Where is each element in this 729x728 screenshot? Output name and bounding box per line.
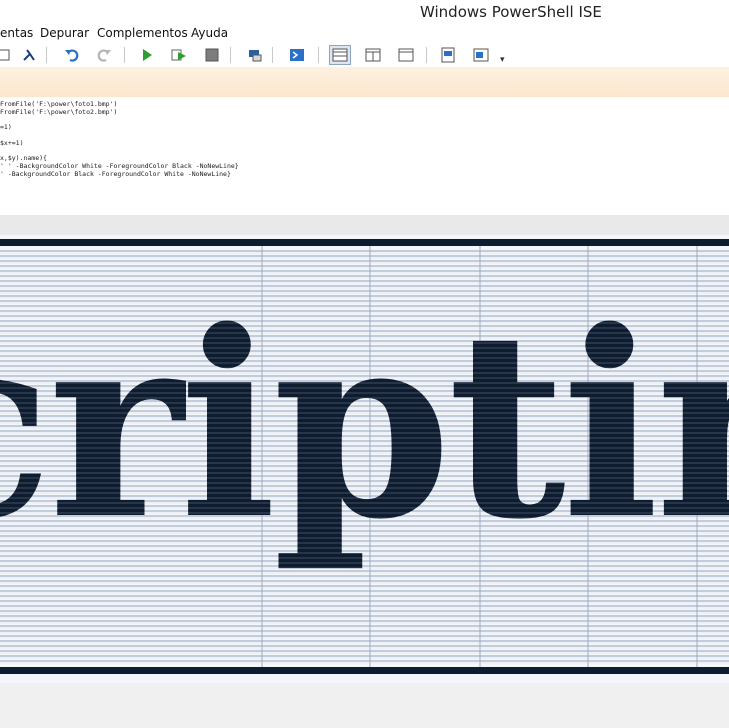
toolbar-separator [46,47,47,63]
toolbar-separator [124,47,125,63]
console-pane[interactable]: Scripting [0,235,729,683]
toolbar-separator [272,47,273,63]
code-line: =1) [0,123,12,131]
show-script-pane-maximized-icon [398,48,414,62]
code-line: $x+=1) [0,139,24,147]
code-line: ' -BackgroundColor Black -ForegroundColo… [0,170,231,178]
powershell-console-icon [290,49,304,61]
status-bar [0,690,729,728]
open-button[interactable] [0,45,14,65]
menu-herramientas[interactable]: entas [0,26,33,40]
menu-ayuda[interactable]: Ayuda [191,26,228,40]
script-pane-top-button[interactable] [329,45,351,65]
pane-splitter[interactable] [0,215,729,235]
remote-powershell-button[interactable] [244,45,266,65]
menu-depurar[interactable]: Depurar [40,26,89,40]
undo-button[interactable] [61,45,83,65]
toolbar-separator [426,47,427,63]
show-command-window-button[interactable] [437,45,459,65]
script-editor[interactable]: FromFile('F:\power\foto1.bmp') FromFile(… [0,97,729,215]
show-script-pane-top-icon [332,48,348,62]
script-tab-strip [0,67,729,98]
remote-powershell-icon [249,50,262,62]
show-command-addon-button[interactable] [470,45,492,65]
window-title: Windows PowerShell ISE [420,3,602,21]
toolbar-separator [230,47,231,63]
toolbar [0,43,729,67]
code-line: ' ' -BackgroundColor White -ForegroundCo… [0,162,239,170]
ascii-art-output: Scripting [0,235,729,683]
redo-icon [97,49,111,62]
menu-bar: entas Depurar Complementos Ayuda [0,24,729,43]
open-icon [0,49,10,61]
bottom-border-band [0,667,729,674]
top-border-band [0,239,729,246]
run-selection-icon [171,49,186,61]
code-line: FromFile('F:\power\foto1.bmp') [0,100,118,108]
toolbar-overflow-chevron-icon[interactable]: ▾ [500,55,505,65]
new-remote-tab-button[interactable] [18,45,40,65]
toolbar-separator [318,47,319,63]
run-script-button[interactable] [136,45,158,65]
script-pane-right-button[interactable] [362,45,384,65]
powershell-console-button[interactable] [286,45,308,65]
powershell-prompt-icon [23,49,35,61]
title-bar: Windows PowerShell ISE [0,0,729,24]
ascii-art-text: Scripting [0,276,729,576]
show-command-window-icon [441,47,455,63]
run-script-icon [143,49,152,61]
undo-icon [65,49,79,62]
redo-button[interactable] [93,45,115,65]
show-script-pane-right-icon [365,48,381,62]
show-command-addon-icon [473,48,489,62]
script-pane-maximized-button[interactable] [395,45,417,65]
stop-icon [205,48,219,62]
run-selection-button[interactable] [168,45,190,65]
code-line: x,$y).name){ [0,154,47,162]
menu-complementos[interactable]: Complementos [97,26,188,40]
code-line: FromFile('F:\power\foto2.bmp') [0,108,118,116]
stop-button[interactable] [201,45,223,65]
